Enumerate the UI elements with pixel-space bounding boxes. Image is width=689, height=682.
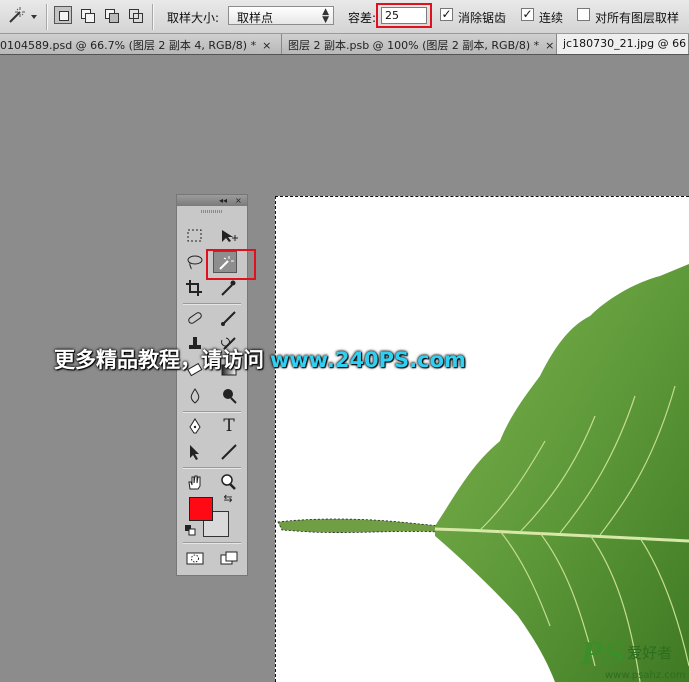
divider	[46, 4, 48, 30]
eyedropper-tool[interactable]	[217, 277, 241, 299]
healing-brush-tool[interactable]	[183, 307, 207, 329]
screen-mode-icon	[220, 551, 238, 565]
leaf-image	[277, 264, 689, 682]
magic-wand-icon	[9, 7, 37, 23]
watermark-url: www.psahz.com	[605, 670, 686, 681]
tab-document-3[interactable]: jc180730_21.jpg @ 66	[557, 34, 689, 54]
dodge-icon	[223, 389, 237, 404]
blur-tool[interactable]	[183, 385, 207, 407]
divider	[183, 411, 241, 413]
watermark-logo: PS	[581, 637, 626, 672]
quick-mask-button[interactable]	[183, 547, 207, 569]
sample-size-label: 取样大小:	[167, 11, 220, 25]
new-selection-icon	[59, 11, 69, 21]
close-icon[interactable]: ×	[235, 195, 242, 206]
chevron-down-icon	[31, 15, 37, 19]
tolerance-highlight-box	[376, 3, 432, 28]
tolerance-label: 容差:	[348, 11, 377, 25]
marquee-tool[interactable]	[183, 225, 207, 247]
line-tool[interactable]	[217, 441, 241, 463]
collapse-icon[interactable]: ◂◂	[219, 195, 227, 206]
tab-label: 图层 2 副本.psb @ 100% (图层 2 副本, RGB/8) *	[288, 39, 540, 52]
path-selection-tool[interactable]	[183, 441, 207, 463]
new-selection-button[interactable]	[54, 6, 72, 24]
line-icon	[221, 444, 237, 460]
quick-mask-icon	[186, 552, 204, 565]
move-icon	[222, 230, 238, 242]
select-arrows-icon: ▲ ▼	[322, 7, 329, 25]
tools-panel-header[interactable]: ◂◂ ×	[177, 195, 247, 206]
crop-tool[interactable]	[183, 277, 207, 299]
tab-document-2[interactable]: 图层 2 副本.psb @ 100% (图层 2 副本, RGB/8) * ×	[282, 34, 557, 54]
sample-size-select[interactable]: 取样点 ▲ ▼	[228, 6, 334, 25]
brush-icon	[221, 311, 236, 326]
document-tab-bar: 0104589.psd @ 66.7% (图层 2 副本 4, RGB/8) *…	[0, 34, 689, 55]
pen-icon	[189, 418, 201, 434]
sample-size-value: 取样点	[237, 11, 274, 25]
move-tool[interactable]	[217, 225, 241, 247]
sample-all-layers-label: 对所有图层取样	[595, 11, 680, 25]
healing-brush-icon	[188, 312, 202, 324]
watermark: PS 爱好者 www.psahz.com	[581, 637, 686, 681]
promo-url: www.240PS.com	[270, 348, 466, 372]
zoom-tool[interactable]	[217, 471, 241, 493]
promo-text: 更多精品教程，请访问	[54, 348, 264, 372]
panel-grip[interactable]	[201, 210, 223, 213]
options-bar: 取样大小: 取样点 ▲ ▼ 容差: 25 ✓ 消除锯齿 ✓ 连续 对所有图层取样	[0, 0, 689, 34]
divider	[152, 4, 154, 30]
eyedropper-icon	[221, 280, 236, 296]
close-icon[interactable]: ×	[262, 39, 271, 52]
watermark-text: 爱好者	[627, 644, 673, 662]
subtract-from-selection-button[interactable]	[102, 6, 120, 24]
pen-tool[interactable]	[183, 415, 207, 437]
crop-icon	[186, 280, 202, 296]
contiguous-label: 连续	[539, 11, 564, 25]
antialias-checkbox[interactable]: ✓	[440, 8, 453, 21]
marquee-icon	[187, 229, 202, 242]
lasso-icon	[187, 255, 203, 270]
divider	[183, 467, 241, 469]
tab-label: 0104589.psd @ 66.7% (图层 2 副本 4, RGB/8) *	[0, 39, 257, 52]
screen-mode-button[interactable]	[217, 547, 241, 569]
blur-icon	[190, 388, 200, 404]
tool-preset-picker[interactable]	[4, 6, 38, 26]
hand-icon	[188, 475, 201, 490]
dodge-tool[interactable]	[217, 385, 241, 407]
tab-document-1[interactable]: 0104589.psd @ 66.7% (图层 2 副本 4, RGB/8) *…	[0, 34, 282, 54]
zoom-icon	[221, 474, 236, 490]
path-selection-icon	[190, 445, 199, 460]
swap-colors-icon[interactable]: ⇆	[221, 493, 235, 505]
brush-tool[interactable]	[217, 307, 241, 329]
close-icon[interactable]: ×	[545, 39, 554, 52]
antialias-label: 消除锯齿	[458, 11, 507, 25]
tab-label: jc180730_21.jpg @ 66	[563, 37, 687, 50]
sample-all-layers-checkbox[interactable]	[577, 8, 590, 21]
divider	[183, 303, 241, 305]
magic-wand-highlight-box	[206, 249, 256, 280]
foreground-color-swatch[interactable]	[189, 497, 213, 521]
default-colors-icon[interactable]	[185, 525, 197, 537]
hand-tool[interactable]	[183, 471, 207, 493]
lasso-tool[interactable]	[183, 251, 207, 273]
promo-banner: 更多精品教程，请访问 www.240PS.com	[54, 344, 466, 374]
intersect-selection-button[interactable]	[126, 6, 144, 24]
add-to-selection-button[interactable]	[78, 6, 96, 24]
divider	[183, 542, 241, 544]
contiguous-checkbox[interactable]: ✓	[521, 8, 534, 21]
type-icon[interactable]: T	[217, 415, 241, 437]
